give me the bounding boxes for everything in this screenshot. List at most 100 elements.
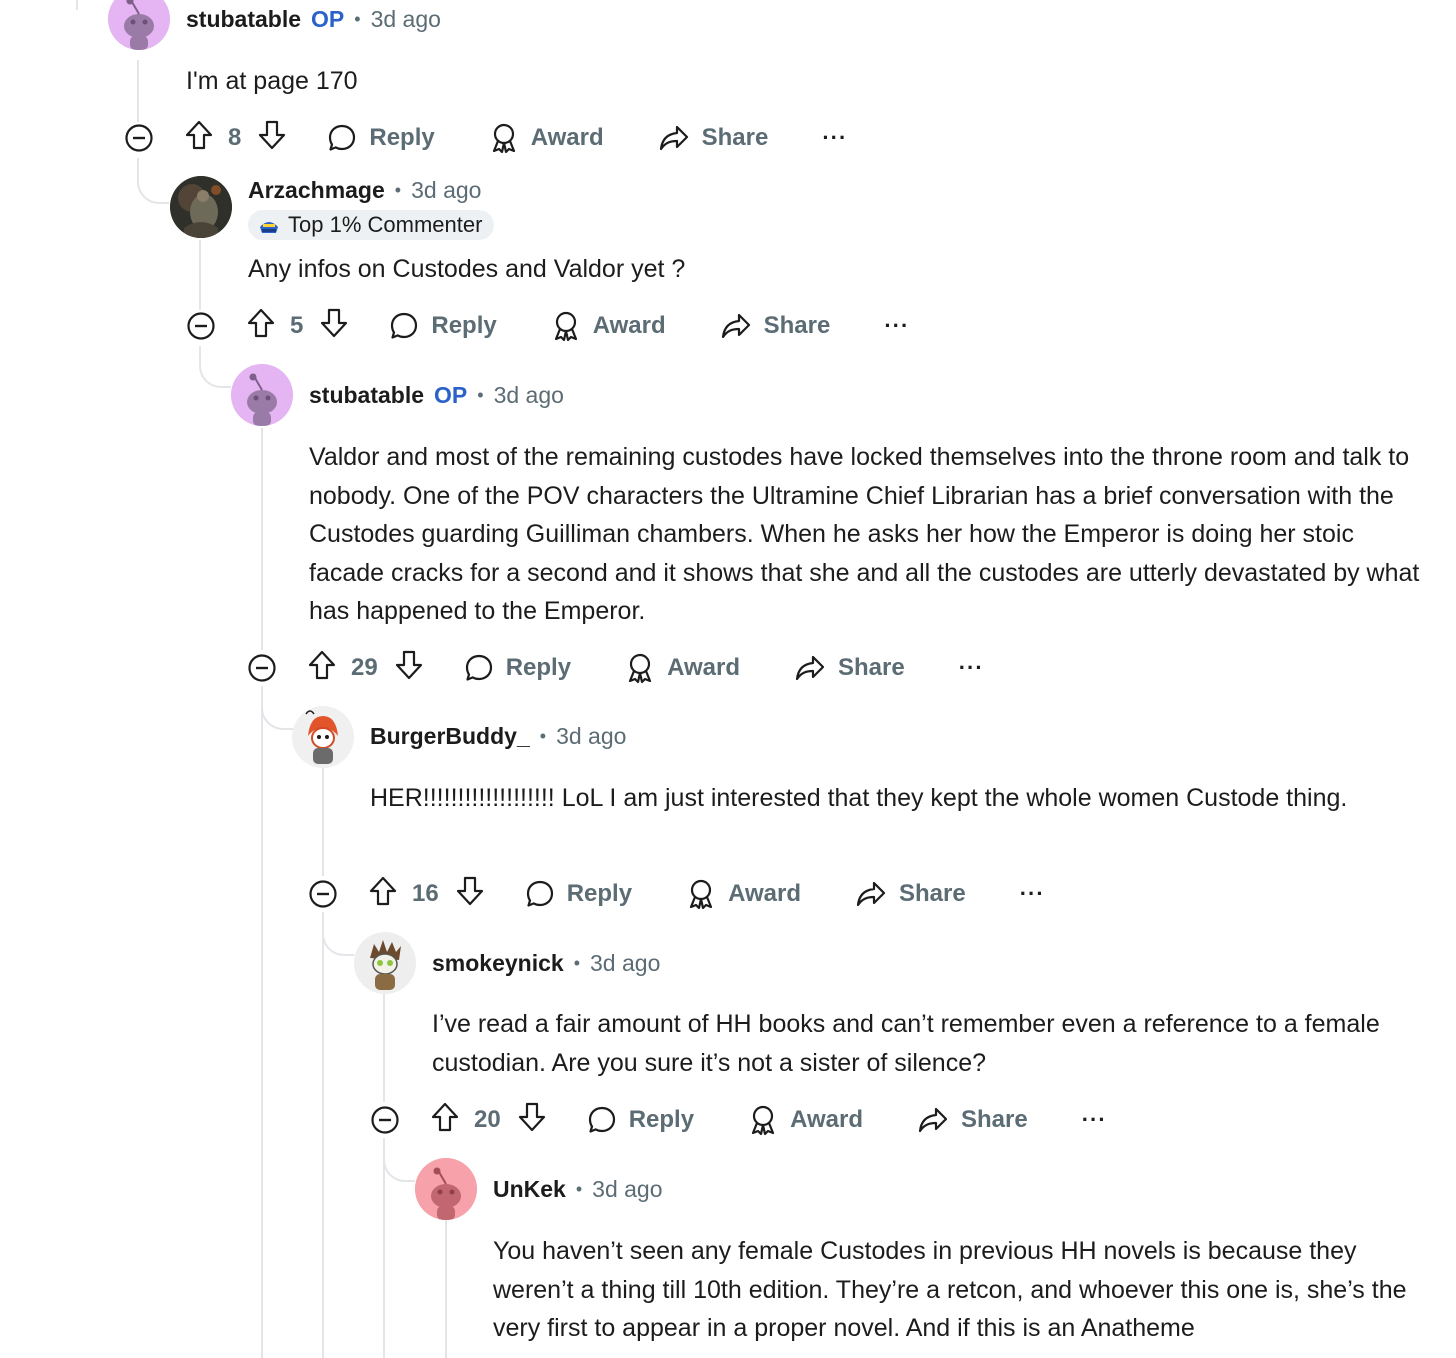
collapse-thread-button[interactable] — [370, 1105, 400, 1135]
thread-connector — [137, 158, 169, 204]
thread-connector — [199, 346, 231, 388]
reply-label: Reply — [566, 880, 633, 907]
timestamp[interactable]: 3d ago — [411, 177, 481, 204]
thread-line — [383, 1138, 385, 1358]
vote-group: 5 — [246, 307, 349, 346]
collapse-thread-button[interactable] — [186, 311, 216, 341]
reply-button[interactable]: Reply — [389, 311, 497, 341]
author-name[interactable]: Arzachmage — [248, 177, 385, 204]
avatar[interactable] — [292, 706, 354, 768]
award-label: Award — [592, 312, 666, 339]
collapse-minus-icon — [187, 312, 215, 340]
vote-group: 20 — [430, 1101, 547, 1140]
vote-group: 16 — [368, 875, 485, 914]
downvote-button[interactable] — [517, 1101, 547, 1140]
thread-line — [76, 0, 78, 10]
more-options-button[interactable]: ··· — [822, 125, 847, 151]
avatar[interactable] — [354, 932, 416, 994]
award-button[interactable]: Award — [748, 1104, 863, 1136]
more-options-button[interactable]: ··· — [1082, 1107, 1107, 1133]
award-ribbon-icon — [689, 879, 713, 910]
downvote-button[interactable] — [394, 649, 424, 688]
comment-meta: Arzachmage • 3d ago — [248, 177, 481, 204]
vote-group: 8 — [184, 119, 287, 158]
comment-meta: stubatable OP • 3d ago — [309, 382, 564, 409]
author-name[interactable]: stubatable — [186, 6, 301, 33]
thread-connector — [261, 686, 293, 730]
comment-meta: BurgerBuddy_ • 3d ago — [370, 723, 626, 750]
award-button[interactable]: Award — [625, 652, 740, 684]
avatar[interactable] — [108, 0, 170, 50]
upvote-arrow-icon — [308, 650, 336, 679]
timestamp[interactable]: 3d ago — [556, 723, 626, 750]
vote-count: 29 — [351, 654, 378, 681]
comment-body: HER!!!!!!!!!!!!!!!!!!! LoL I am just int… — [370, 784, 1348, 812]
comment-bubble-icon — [526, 880, 553, 907]
award-ribbon-icon — [554, 311, 577, 342]
more-options-button[interactable]: ··· — [884, 313, 909, 339]
flair-text: Top 1% Commenter — [288, 212, 483, 237]
thread-line — [322, 768, 324, 876]
snoo-avatar-icon — [354, 932, 416, 994]
collapse-thread-button[interactable] — [308, 879, 338, 909]
avatar[interactable] — [231, 364, 293, 426]
share-label: Share — [701, 124, 769, 151]
timestamp[interactable]: 3d ago — [590, 950, 660, 977]
collapse-minus-icon — [125, 124, 153, 152]
vote-count: 20 — [474, 1106, 501, 1133]
upvote-button[interactable] — [184, 119, 214, 158]
share-button[interactable]: Share — [658, 123, 769, 153]
collapse-thread-button[interactable] — [247, 653, 277, 683]
share-button[interactable]: Share — [794, 653, 905, 683]
award-button[interactable]: Award — [686, 878, 801, 910]
author-name[interactable]: stubatable — [309, 382, 424, 409]
share-label: Share — [837, 654, 905, 681]
comment-actions: 16 Reply Award Share ··· — [308, 874, 1045, 914]
collapse-minus-icon — [371, 1106, 399, 1134]
timestamp[interactable]: 3d ago — [371, 6, 441, 33]
reply-button[interactable]: Reply — [464, 653, 571, 683]
downvote-arrow-icon — [395, 650, 422, 679]
share-button[interactable]: Share — [720, 311, 830, 341]
author-name[interactable]: smokeynick — [432, 950, 564, 977]
more-options-button[interactable]: ··· — [1020, 881, 1045, 907]
comment-body: Valdor and most of the remaining custode… — [309, 443, 1420, 625]
comment-body: Any infos on Custodes and Valdor yet ? — [248, 255, 686, 283]
author-name[interactable]: BurgerBuddy_ — [370, 723, 530, 750]
timestamp[interactable]: 3d ago — [592, 1176, 662, 1203]
collapse-minus-icon — [248, 654, 276, 682]
op-badge: OP — [311, 6, 345, 32]
reply-button[interactable]: Reply — [587, 1105, 694, 1135]
collapse-minus-icon — [309, 880, 337, 908]
upvote-button[interactable] — [430, 1101, 460, 1140]
award-button[interactable]: Award — [551, 310, 666, 342]
upvote-button[interactable] — [368, 875, 398, 914]
author-name[interactable]: UnKek — [493, 1176, 566, 1203]
timestamp[interactable]: 3d ago — [494, 382, 564, 409]
top-commenter-badge-icon — [260, 222, 278, 233]
share-button[interactable]: Share — [855, 879, 966, 909]
user-flair: Top 1% Commenter — [248, 210, 495, 240]
downvote-button[interactable] — [257, 119, 287, 158]
reply-button[interactable]: Reply — [525, 879, 632, 909]
share-button[interactable]: Share — [917, 1105, 1028, 1135]
award-button[interactable]: Award — [489, 122, 604, 154]
upvote-button[interactable] — [307, 649, 337, 688]
share-label: Share — [898, 880, 966, 907]
award-ribbon-icon — [492, 123, 515, 154]
separator-dot: • — [394, 180, 402, 200]
upvote-arrow-icon — [369, 876, 397, 905]
downvote-button[interactable] — [319, 307, 349, 346]
upvote-button[interactable] — [246, 307, 276, 346]
award-ribbon-icon — [628, 653, 652, 684]
comment-meta: stubatable OP • 3d ago — [186, 6, 441, 33]
downvote-arrow-icon — [259, 120, 286, 149]
vote-count: 8 — [228, 124, 242, 151]
downvote-button[interactable] — [455, 875, 485, 914]
collapse-thread-button[interactable] — [124, 123, 154, 153]
reply-button[interactable]: Reply — [327, 123, 435, 153]
avatar[interactable] — [415, 1158, 477, 1220]
downvote-arrow-icon — [456, 876, 483, 905]
avatar[interactable] — [170, 176, 232, 238]
more-options-button[interactable]: ··· — [959, 655, 984, 681]
